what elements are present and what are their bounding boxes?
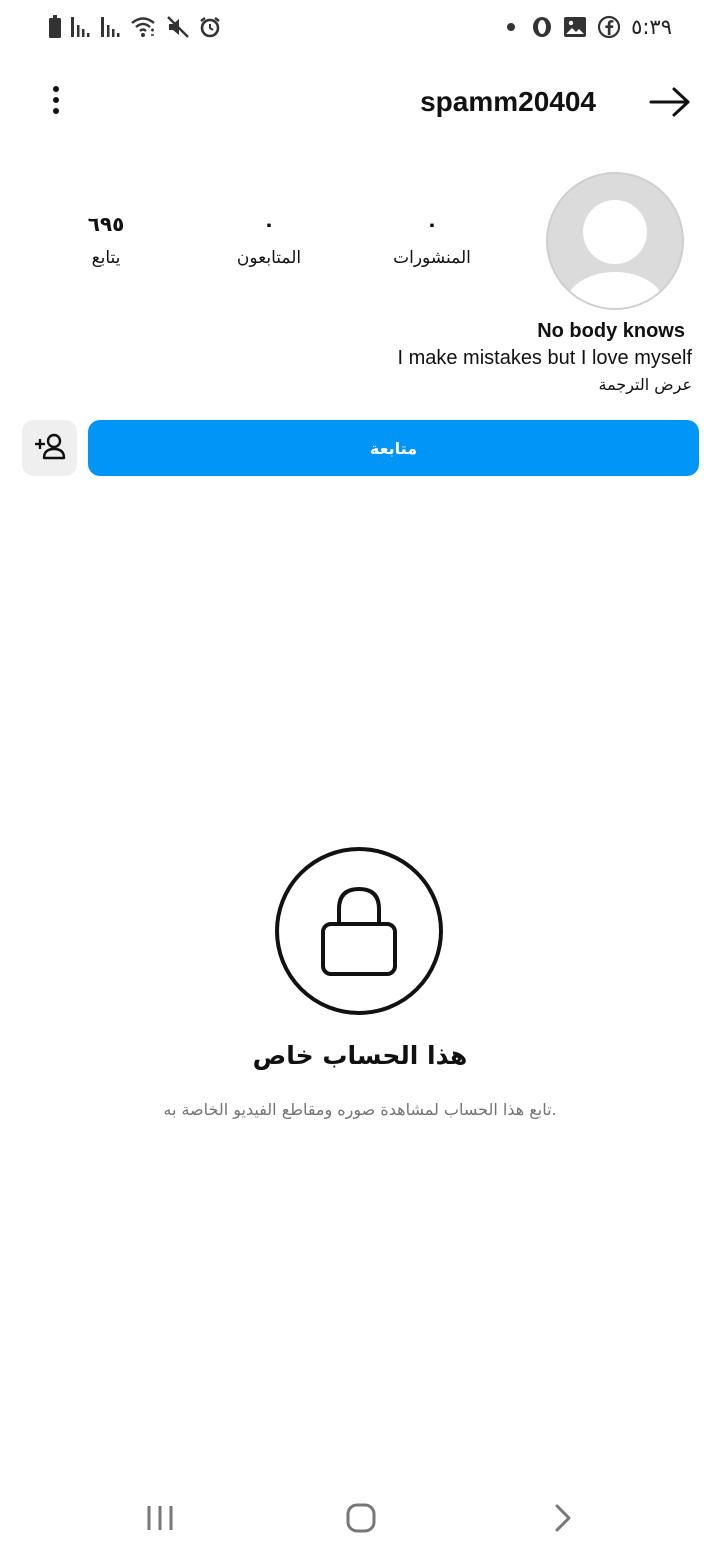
status-right-icons: ٥:٣٩ bbox=[507, 12, 672, 42]
mute-icon bbox=[166, 15, 190, 39]
arrow-right-icon bbox=[649, 86, 691, 123]
stat-followers-label: المتابعون bbox=[236, 248, 302, 268]
signal-bars-icon bbox=[70, 15, 92, 39]
recent-apps-button[interactable] bbox=[130, 1490, 190, 1550]
system-nav-bar bbox=[0, 1490, 720, 1550]
opera-icon bbox=[531, 16, 553, 38]
status-time: ٥:٣٩ bbox=[631, 15, 672, 39]
stat-following[interactable]: ٦٩٥ يتابع bbox=[36, 210, 176, 272]
back-icon bbox=[553, 1503, 573, 1538]
more-options-button[interactable] bbox=[36, 82, 76, 122]
add-person-icon bbox=[33, 432, 67, 465]
alarm-icon bbox=[198, 15, 222, 39]
notification-dot-icon bbox=[507, 23, 516, 31]
profile-header: spamm20404 bbox=[0, 64, 720, 140]
bio-name: No body knows bbox=[537, 320, 685, 342]
stat-followers-value: ٠ bbox=[262, 212, 276, 236]
private-account-subtitle: تابع هذا الحساب لمشاهدة صوره ومقاطع الفي… bbox=[163, 1100, 557, 1119]
private-account-lock bbox=[275, 847, 443, 1015]
default-avatar-icon bbox=[565, 200, 665, 308]
suggested-accounts-button[interactable] bbox=[22, 420, 77, 476]
private-account-title: هذا الحساب خاص bbox=[252, 1041, 468, 1070]
status-left-icons bbox=[48, 12, 222, 42]
lock-icon bbox=[317, 879, 401, 984]
stat-posts-label: المنشورات bbox=[393, 248, 471, 268]
facebook-icon bbox=[597, 15, 621, 39]
signal-bars-icon bbox=[100, 15, 122, 39]
profile-bio: No body knows I make mistakes but I love… bbox=[92, 318, 692, 398]
profile-username: spamm20404 bbox=[420, 86, 596, 117]
follow-button[interactable]: متابعة bbox=[88, 420, 699, 476]
nav-back-button[interactable] bbox=[533, 1490, 593, 1550]
follow-button-label: متابعة bbox=[369, 438, 418, 458]
see-translation-link[interactable]: عرض الترجمة bbox=[92, 372, 693, 398]
gallery-icon bbox=[563, 16, 587, 38]
stat-following-value: ٦٩٥ bbox=[87, 212, 125, 236]
stat-following-label: يتابع bbox=[91, 248, 121, 268]
home-icon bbox=[345, 1502, 377, 1539]
stat-followers[interactable]: ٠ المتابعون bbox=[199, 210, 339, 272]
bio-text: I make mistakes but I love myself bbox=[397, 347, 692, 369]
stat-posts-value: ٠ bbox=[425, 212, 439, 236]
wifi-icon bbox=[130, 15, 158, 39]
more-vertical-icon bbox=[52, 85, 60, 120]
recent-apps-icon bbox=[145, 1504, 175, 1537]
stat-posts[interactable]: ٠ المنشورات bbox=[362, 210, 502, 272]
home-button[interactable] bbox=[331, 1490, 391, 1550]
battery-icon bbox=[48, 15, 62, 39]
status-bar: ٥:٣٩ bbox=[0, 0, 720, 56]
back-button[interactable] bbox=[646, 82, 694, 126]
profile-avatar[interactable] bbox=[546, 172, 684, 310]
